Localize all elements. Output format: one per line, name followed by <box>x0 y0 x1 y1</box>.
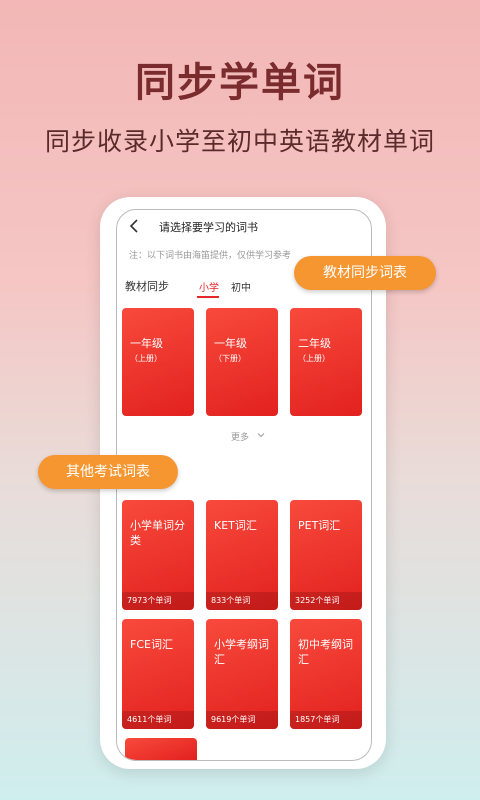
word-count: 7973个单词 <box>122 592 194 610</box>
card-title: 二年级 <box>298 337 331 350</box>
tab-junior[interactable]: 初中 <box>231 279 251 294</box>
textbook-card[interactable]: 二年级 （上册） <box>290 308 362 416</box>
exam-book-card-partial[interactable] <box>125 738 197 760</box>
exam-book-card[interactable]: FCE词汇 4611个单词 <box>122 619 194 729</box>
card-title: FCE词汇 <box>130 638 173 651</box>
hero-title: 同步学单词 <box>135 60 345 106</box>
exam-book-card[interactable]: 初中考纲词汇 1857个单词 <box>290 619 362 729</box>
card-title: PET词汇 <box>298 519 341 532</box>
textbook-card[interactable]: 一年级 （下册） <box>206 308 278 416</box>
callout-textbook-list: 教材同步词表 <box>294 256 436 290</box>
card-title: 小学考纲词汇 <box>214 638 269 666</box>
screen-title: 请选择要学习的词书 <box>159 221 258 234</box>
card-title: 初中考纲词汇 <box>298 638 353 666</box>
textbook-card[interactable]: 一年级 （上册） <box>122 308 194 416</box>
card-title: 小学单词分类 <box>130 519 185 547</box>
card-title: 一年级 <box>214 337 247 350</box>
word-count: 4611个单词 <box>122 711 194 729</box>
active-tab-indicator <box>197 296 219 298</box>
exam-book-card[interactable]: 小学单词分类 7973个单词 <box>122 500 194 610</box>
more-link[interactable]: 更多 <box>231 430 249 443</box>
card-title: KET词汇 <box>214 519 257 532</box>
exam-book-card[interactable]: 小学考纲词汇 9619个单词 <box>206 619 278 729</box>
word-count: 833个单词 <box>206 592 278 610</box>
word-count: 3252个单词 <box>290 592 362 610</box>
word-count: 9619个单词 <box>206 711 278 729</box>
card-subtitle: （下册） <box>214 354 246 363</box>
tab-primary[interactable]: 小学 <box>199 279 219 294</box>
back-arrow-icon[interactable] <box>127 218 141 234</box>
word-count: 1857个单词 <box>290 711 362 729</box>
section-label-textbook: 教材同步 <box>125 280 169 293</box>
chevron-down-icon[interactable] <box>257 431 265 439</box>
card-subtitle: （上册） <box>298 354 330 363</box>
card-subtitle: （上册） <box>130 354 162 363</box>
exam-book-card[interactable]: KET词汇 833个单词 <box>206 500 278 610</box>
provider-note: 注：以下词书由海笛提供，仅供学习参考 <box>129 251 292 261</box>
card-title: 一年级 <box>130 337 163 350</box>
hero-subtitle: 同步收录小学至初中英语教材单词 <box>44 127 435 156</box>
exam-book-card[interactable]: PET词汇 3252个单词 <box>290 500 362 610</box>
callout-exam-list: 其他考试词表 <box>38 455 178 489</box>
